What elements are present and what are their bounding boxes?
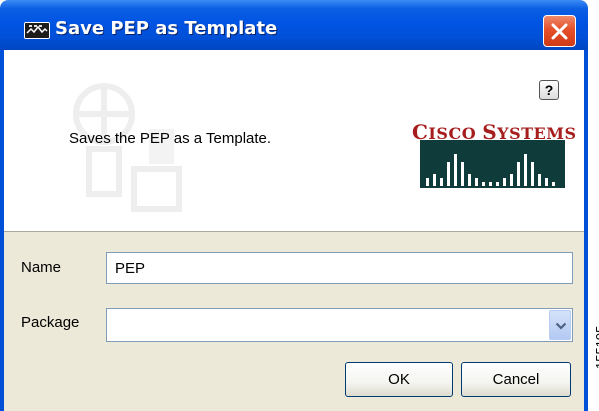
package-label: Package	[21, 314, 80, 331]
cisco-systems-logo: CISCO SYSTEMS	[412, 120, 576, 204]
package-select[interactable]	[106, 308, 573, 342]
dialog-description: Saves the PEP as a Template.	[69, 130, 272, 147]
cancel-button[interactable]: Cancel	[461, 362, 571, 397]
dialog-title: Save PEP as Template	[55, 18, 278, 39]
watermark-graphic	[73, 83, 182, 212]
save-pep-template-dialog: Save PEP as Template Saves the PEP as a …	[0, 0, 588, 411]
ok-button[interactable]: OK	[345, 362, 453, 397]
logo-bars	[420, 140, 565, 188]
title-bar[interactable]: Save PEP as Template	[0, 0, 588, 50]
name-input[interactable]	[106, 252, 573, 284]
window-frame-right	[584, 50, 588, 411]
figure-number: 155195	[593, 325, 599, 369]
help-icon[interactable]: ?	[539, 80, 559, 100]
close-button[interactable]	[543, 15, 576, 47]
close-icon	[551, 23, 568, 40]
header-banner: Saves the PEP as a Template. ? CISCO SYS…	[4, 50, 584, 232]
name-label: Name	[21, 259, 62, 276]
chevron-down-icon	[555, 322, 567, 330]
package-dropdown-button[interactable]	[549, 310, 571, 340]
dialog-app-icon	[24, 22, 50, 39]
